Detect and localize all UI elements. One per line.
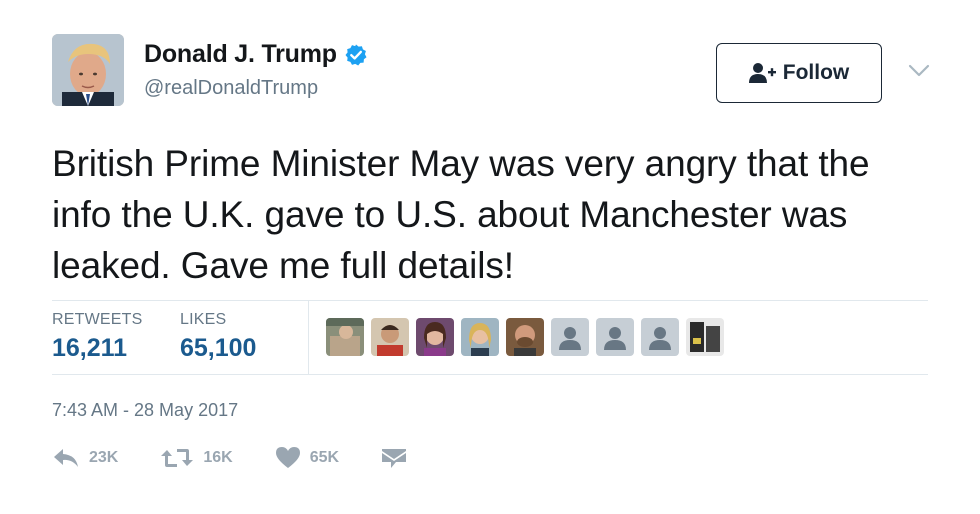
liker-avatar[interactable] bbox=[461, 318, 499, 356]
liker-avatar[interactable] bbox=[326, 318, 364, 356]
tweet-text: British Prime Minister May was very angr… bbox=[52, 143, 870, 286]
avatar[interactable] bbox=[52, 34, 124, 106]
likes-value: 65,100 bbox=[180, 334, 257, 362]
liker-avatars bbox=[326, 318, 731, 356]
reply-count: 23K bbox=[89, 449, 119, 466]
likes-stat[interactable]: LIKES 65,100 bbox=[180, 311, 256, 363]
like-action[interactable]: 65K bbox=[275, 446, 339, 470]
likes-label: LIKES bbox=[180, 311, 227, 328]
reply-action[interactable]: 23K bbox=[52, 446, 118, 470]
retweet-icon bbox=[161, 449, 194, 467]
liker-avatar[interactable] bbox=[551, 318, 589, 356]
heart-icon bbox=[275, 447, 300, 468]
retweets-value: 16,211 bbox=[52, 334, 128, 362]
retweet-count: 16K bbox=[203, 449, 233, 466]
follow-label: Follow bbox=[782, 61, 850, 84]
stats-separator bbox=[308, 301, 309, 374]
retweets-stat[interactable]: RETWEETS 16,211 bbox=[52, 311, 143, 363]
user-handle[interactable]: @realDonaldTrump bbox=[144, 77, 318, 100]
liker-avatar[interactable] bbox=[596, 318, 634, 356]
display-name[interactable]: Donald J. Trump bbox=[144, 40, 337, 69]
liker-avatar[interactable] bbox=[686, 318, 724, 356]
direct-message-action[interactable] bbox=[381, 447, 407, 469]
tweet-actions: 23K 16K 65K bbox=[52, 446, 449, 470]
liker-avatar[interactable] bbox=[416, 318, 454, 356]
direct-message-icon bbox=[382, 449, 407, 468]
follow-button[interactable]: Follow bbox=[716, 43, 882, 103]
tweet-card: Donald J. Trump @realDonaldTrump Follow … bbox=[0, 0, 980, 514]
liker-avatar[interactable] bbox=[371, 318, 409, 356]
verified-badge-icon bbox=[344, 43, 368, 67]
retweet-action[interactable]: 16K bbox=[160, 446, 233, 470]
chevron-down-icon[interactable] bbox=[908, 64, 930, 78]
like-count: 65K bbox=[309, 449, 340, 466]
follow-person-icon bbox=[748, 62, 777, 84]
stats-top-divider bbox=[52, 300, 928, 301]
liker-avatar[interactable] bbox=[641, 318, 679, 356]
liker-avatar[interactable] bbox=[506, 318, 544, 356]
name-row: Donald J. Trump bbox=[144, 40, 368, 69]
retweets-label: RETWEETS bbox=[52, 311, 143, 328]
tweet-timestamp[interactable]: 7:43 AM - 28 May 2017 bbox=[52, 400, 238, 421]
reply-icon bbox=[54, 449, 78, 467]
stats-bottom-divider bbox=[52, 374, 928, 375]
